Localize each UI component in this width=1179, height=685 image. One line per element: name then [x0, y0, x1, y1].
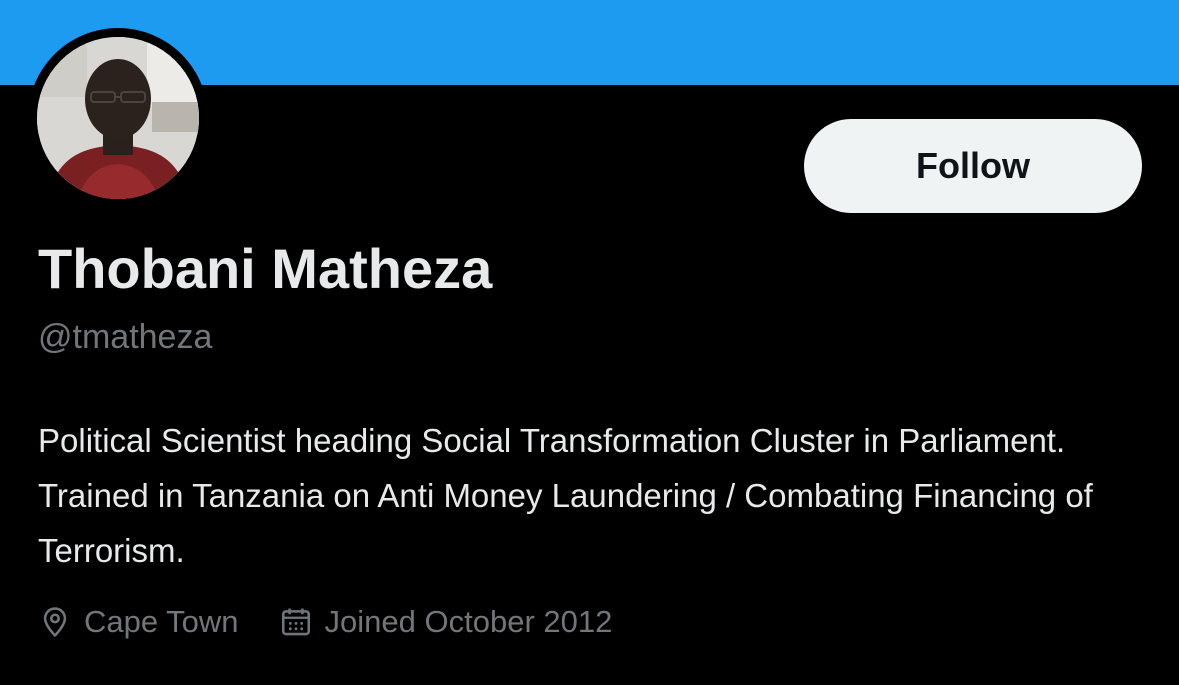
avatar-photo	[37, 37, 199, 199]
profile-joined-text: Joined October 2012	[324, 604, 613, 639]
avatar[interactable]	[37, 37, 199, 199]
profile-joined: Joined October 2012	[279, 604, 613, 640]
profile-display-name: Thobani Matheza	[38, 237, 493, 300]
follow-button[interactable]: Follow	[804, 119, 1142, 213]
profile-location-text: Cape Town	[84, 604, 239, 639]
profile-handle: @tmatheza	[38, 318, 213, 356]
location-pin-icon	[38, 605, 72, 639]
avatar-container[interactable]	[28, 28, 208, 208]
profile-bio: Political Scientist heading Social Trans…	[38, 422, 1093, 569]
profile-meta: Cape Town Joined October 2012	[38, 600, 612, 644]
profile-location: Cape Town	[38, 604, 239, 640]
calendar-icon	[279, 605, 313, 639]
